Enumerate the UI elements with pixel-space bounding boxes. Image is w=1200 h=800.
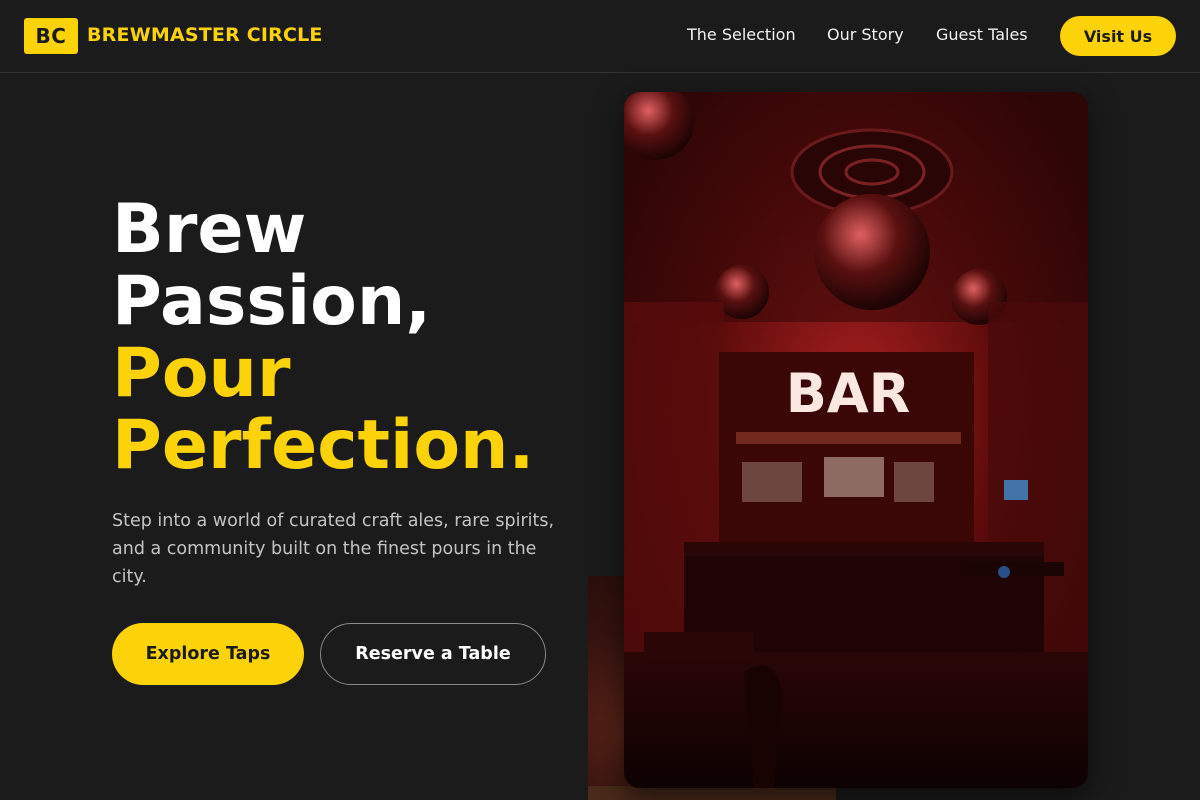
hero-subtext: Step into a world of curated craft ales,… bbox=[112, 511, 555, 587]
site-header: BC BREWMASTER CIRCLE The Selection Our S… bbox=[0, 0, 1200, 73]
headline-line-2: Passion, bbox=[112, 262, 432, 341]
explore-taps-button[interactable]: Explore Taps bbox=[112, 623, 304, 685]
nav-link-selection[interactable]: The Selection bbox=[687, 25, 796, 44]
bar-interior-illustration: BAR bbox=[624, 92, 1088, 788]
brand-name[interactable]: BREWMASTER CIRCLE bbox=[87, 24, 323, 46]
headline-line-4: Perfection. bbox=[112, 406, 535, 485]
hero-headline: Brew Passion, Pour Perfection. bbox=[112, 194, 534, 482]
logo-badge[interactable]: BC bbox=[24, 18, 78, 54]
bar-interior-photo: BAR bbox=[624, 92, 1088, 788]
nav-link-guest-tales[interactable]: Guest Tales bbox=[936, 25, 1028, 44]
headline-line-3: Pour bbox=[112, 334, 291, 413]
bar-neon-sign: BAR bbox=[786, 362, 911, 425]
headline-line-1: Brew bbox=[112, 190, 307, 269]
photo-edge bbox=[588, 786, 836, 800]
disco-ball-large bbox=[814, 194, 930, 310]
visit-us-button[interactable]: Visit Us bbox=[1060, 16, 1176, 56]
nav-link-our-story[interactable]: Our Story bbox=[827, 25, 904, 44]
reserve-table-button[interactable]: Reserve a Table bbox=[320, 623, 546, 685]
